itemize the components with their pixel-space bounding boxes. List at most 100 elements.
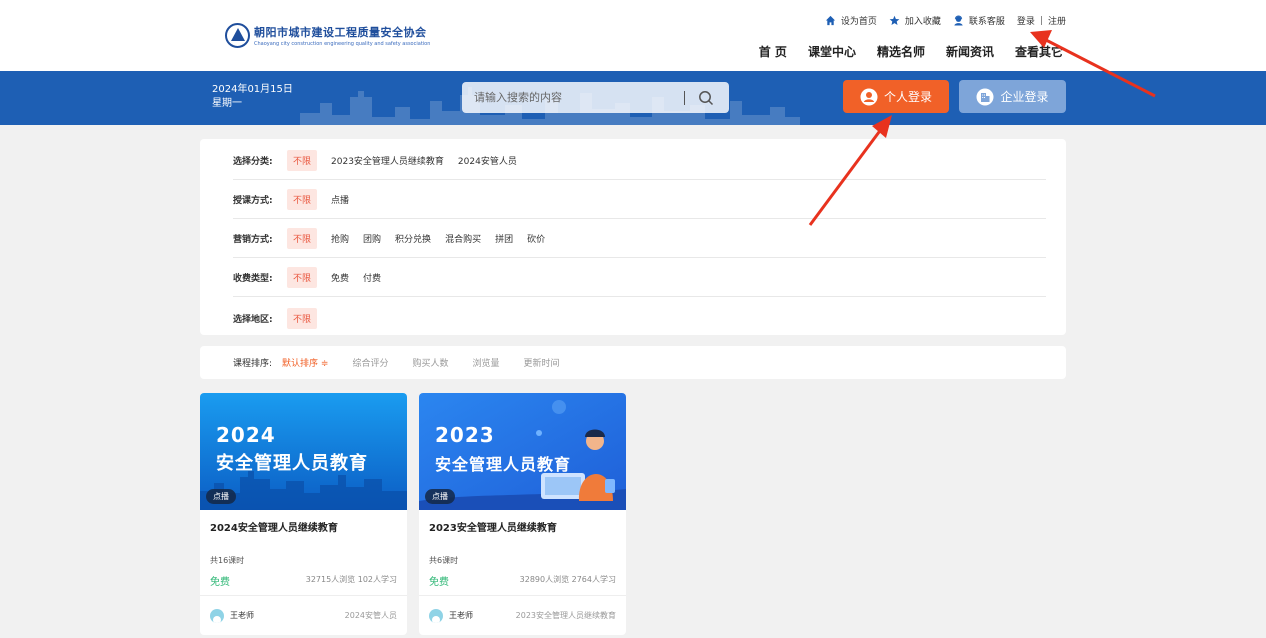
association-emblem-icon xyxy=(225,23,250,48)
filter-option-unlimited[interactable]: 不限 xyxy=(287,267,318,288)
filter-option-unlimited[interactable]: 不限 xyxy=(287,228,318,249)
course-stats: 32715人浏览 102人学习 xyxy=(305,575,397,584)
course-hours: 共16课时 xyxy=(210,556,245,565)
filter-option[interactable]: 团购 xyxy=(363,228,381,249)
filter-label: 授课方式: xyxy=(233,196,273,206)
date-text: 2024年01月15日 xyxy=(212,84,293,95)
nav-other[interactable]: 查看其它 xyxy=(1015,43,1063,60)
course-thumbnail: 2023 安全管理人员教育 点播 xyxy=(419,393,626,510)
add-favorite-link[interactable]: 加入收藏 xyxy=(889,14,941,27)
sort-purchases[interactable]: 购买人数 xyxy=(412,356,448,369)
filter-option[interactable]: 免费 xyxy=(331,267,349,288)
filter-option[interactable]: 混合购买 xyxy=(445,228,481,249)
auth-links: 登录 | 注册 xyxy=(1017,14,1066,28)
filter-row-category: 选择分类: 不限 2023安全管理人员继续教育 2024安管人员 xyxy=(233,142,1046,180)
filter-option[interactable]: 付费 xyxy=(363,267,381,288)
filter-label: 收费类型: xyxy=(233,274,273,284)
star-icon xyxy=(889,15,900,25)
auth-separator: | xyxy=(1039,15,1043,26)
login-link[interactable]: 登录 xyxy=(1017,14,1035,27)
weekday-text: 星期一 xyxy=(212,98,242,109)
site-header: 朝阳市城市建设工程质量安全协会 Chaoyang city constructi… xyxy=(0,0,1266,71)
sort-default[interactable]: 默认排序 ≑ xyxy=(282,356,328,369)
teacher-name: 王老师 xyxy=(449,611,473,620)
thumbnail-year: 2023 xyxy=(435,423,495,447)
set-homepage-label: 设为首页 xyxy=(840,17,877,27)
nav-home[interactable]: 首 页 xyxy=(759,43,787,60)
filter-option[interactable]: 积分兑换 xyxy=(395,228,431,249)
course-thumbnail: 2024 安全管理人员教育 点播 xyxy=(200,393,407,510)
teacher-name: 王老师 xyxy=(230,611,254,620)
add-favorite-label: 加入收藏 xyxy=(904,17,941,27)
search-button[interactable] xyxy=(695,87,717,109)
filter-option-unlimited[interactable]: 不限 xyxy=(287,150,318,171)
search-icon xyxy=(699,90,714,105)
course-stats: 32890人浏览 2764人学习 xyxy=(519,575,616,584)
course-footer: 王老师 2023安全管理人员继续教育 xyxy=(419,595,626,635)
thumbnail-title: 安全管理人员教育 xyxy=(435,455,572,474)
course-category-tag: 2024安管人员 xyxy=(344,611,397,620)
register-link[interactable]: 注册 xyxy=(1048,14,1066,27)
top-links: 设为首页 加入收藏 联系客服 登录 | 注册 xyxy=(813,14,1066,27)
filter-option-unlimited[interactable]: 不限 xyxy=(287,307,318,329)
enterprise-login-button[interactable]: 企业登录 xyxy=(959,80,1066,113)
set-homepage-link[interactable]: 设为首页 xyxy=(825,14,877,27)
filter-option[interactable]: 2023安全管理人员继续教育 xyxy=(331,150,444,171)
course-card[interactable]: 2024 安全管理人员教育 点播 2024安全管理人员继续教育 共16课时 免费… xyxy=(200,393,407,635)
site-logo[interactable]: 朝阳市城市建设工程质量安全协会 Chaoyang city constructi… xyxy=(225,23,430,48)
filter-row-marketing: 营销方式: 不限 抢购 团购 积分兑换 混合购买 拼团 砍价 xyxy=(233,220,1046,258)
personal-login-label: 个人登录 xyxy=(883,90,932,104)
filter-option[interactable]: 拼团 xyxy=(495,228,513,249)
filter-label: 选择分类: xyxy=(233,157,273,167)
logo-title: 朝阳市城市建设工程质量安全协会 xyxy=(254,26,427,39)
search-box xyxy=(462,82,729,113)
filter-label: 营销方式: xyxy=(233,235,273,245)
personal-login-button[interactable]: 个人登录 xyxy=(843,80,949,113)
sort-views[interactable]: 浏览量 xyxy=(472,356,499,369)
course-price: 免费 xyxy=(210,577,230,588)
filter-row-region: 选择地区: 不限 xyxy=(233,299,1046,337)
filter-option[interactable]: 2024安管人员 xyxy=(458,150,517,171)
sort-rating[interactable]: 综合评分 xyxy=(352,356,388,369)
course-filters: 选择分类: 不限 2023安全管理人员继续教育 2024安管人员 授课方式: 不… xyxy=(200,139,1066,335)
course-title[interactable]: 2024安全管理人员继续教育 xyxy=(210,519,338,534)
course-hours: 共6课时 xyxy=(429,556,459,565)
user-icon xyxy=(860,88,878,105)
course-footer: 王老师 2024安管人员 xyxy=(200,595,407,635)
thumbnail-title: 安全管理人员教育 xyxy=(216,453,368,474)
filter-row-fee-type: 收费类型: 不限 免费 付费 xyxy=(233,259,1046,297)
home-icon xyxy=(825,15,835,26)
filter-option[interactable]: 砍价 xyxy=(527,228,545,249)
enterprise-login-label: 企业登录 xyxy=(1000,90,1049,104)
contact-service-label: 联系客服 xyxy=(968,17,1005,27)
nav-news[interactable]: 新闻资讯 xyxy=(946,43,994,60)
vod-badge: 点播 xyxy=(425,489,455,504)
current-date: 2024年01月15日 星期一 xyxy=(212,83,293,111)
search-input[interactable] xyxy=(462,91,684,104)
nav-teachers[interactable]: 精选名师 xyxy=(877,43,925,60)
filter-row-teaching-mode: 授课方式: 不限 点播 xyxy=(233,181,1046,219)
nav-classroom[interactable]: 课堂中心 xyxy=(808,43,856,60)
course-price: 免费 xyxy=(429,577,449,588)
sort-updated[interactable]: 更新时间 xyxy=(524,356,560,369)
filter-option[interactable]: 点播 xyxy=(331,189,349,210)
vod-badge: 点播 xyxy=(206,489,236,504)
contact-service-link[interactable]: 联系客服 xyxy=(953,14,1005,27)
building-icon xyxy=(976,88,994,105)
teacher-avatar-icon xyxy=(210,608,224,623)
filter-option-unlimited[interactable]: 不限 xyxy=(287,189,318,210)
thumbnail-year: 2024 xyxy=(216,423,276,447)
main-nav: 首 页 课堂中心 精选名师 新闻资讯 查看其它 xyxy=(759,43,1063,60)
search-divider xyxy=(684,90,685,105)
filter-label: 选择地区: xyxy=(233,314,273,325)
blue-banner: 2024年01月15日 星期一 个人登录 企业登录 xyxy=(0,71,1266,125)
course-title[interactable]: 2023安全管理人员继续教育 xyxy=(429,519,557,534)
sort-bar: 课程排序: 默认排序 ≑ 综合评分 购买人数 浏览量 更新时间 xyxy=(200,346,1066,379)
course-card[interactable]: 2023 安全管理人员教育 点播 2023安全管理人员继续教育 共6课时 免费 … xyxy=(419,393,626,635)
logo-subtitle: Chaoyang city construction engineering q… xyxy=(254,41,431,47)
teacher-avatar-icon xyxy=(429,608,443,623)
sort-label: 课程排序: xyxy=(233,359,273,369)
filter-option[interactable]: 抢购 xyxy=(331,228,349,249)
customer-service-icon xyxy=(954,15,963,26)
course-category-tag: 2023安全管理人员继续教育 xyxy=(515,611,616,620)
